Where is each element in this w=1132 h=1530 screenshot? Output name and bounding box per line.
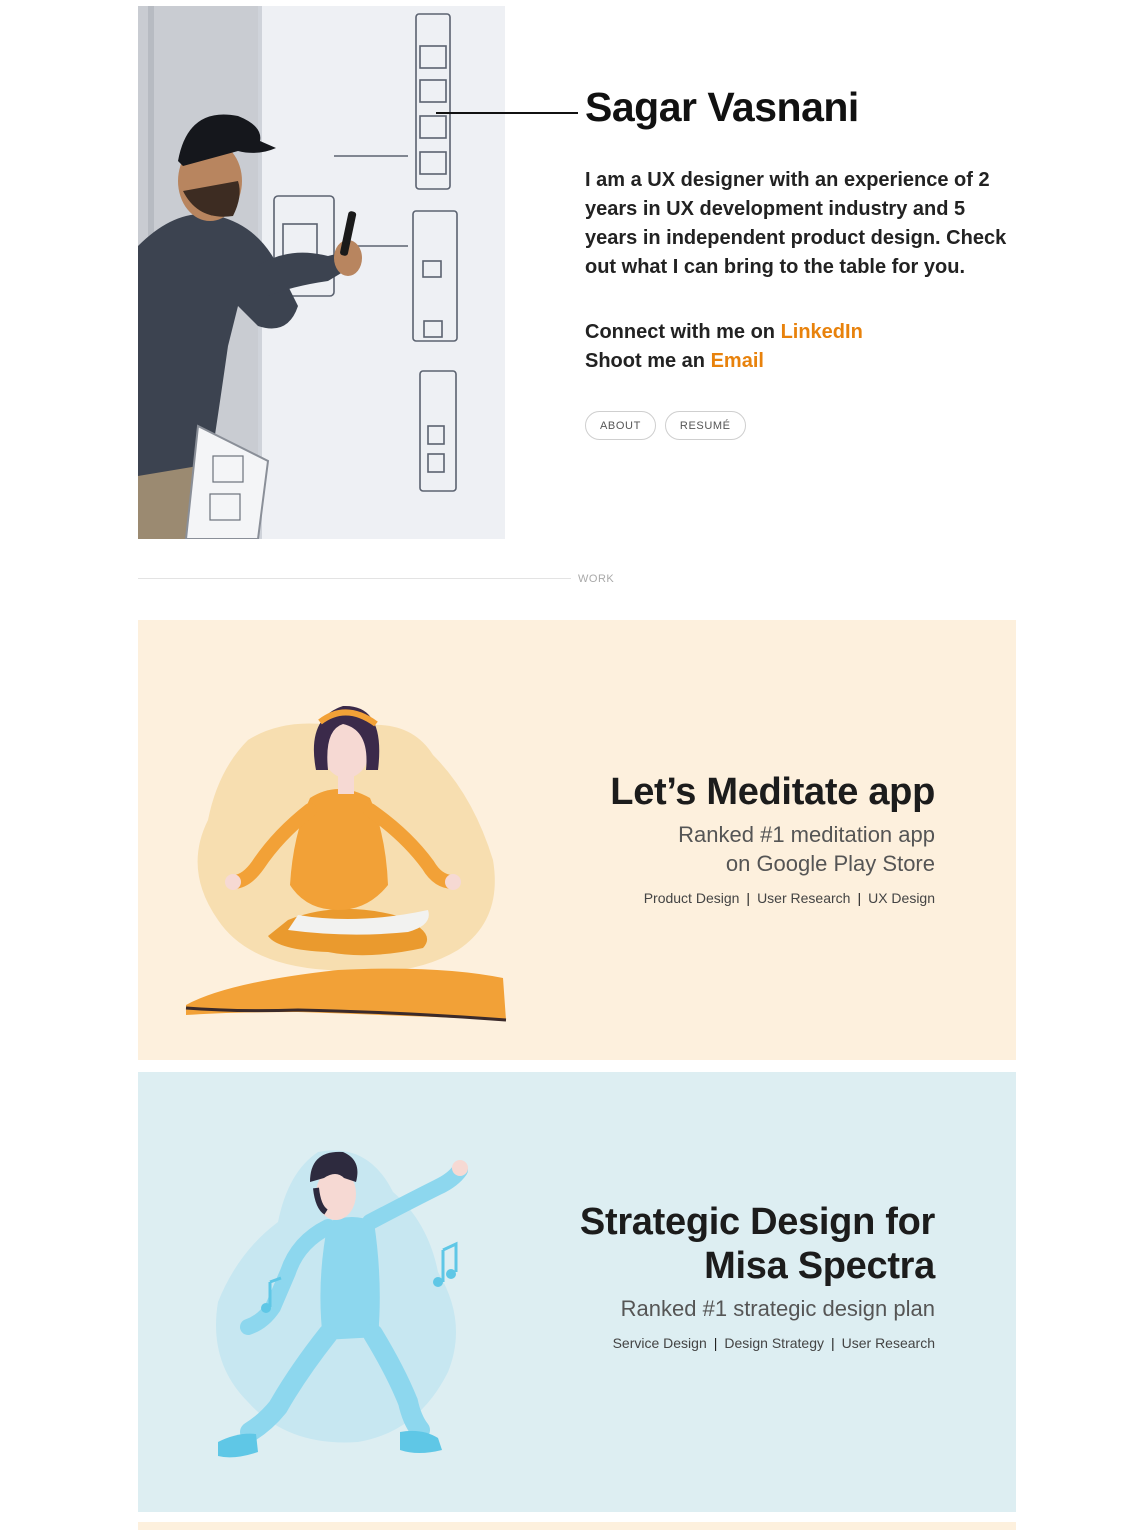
project-text: Strategic Design for Misa Spectra Ranked…: [580, 1200, 935, 1351]
section-label-work: WORK: [578, 573, 615, 585]
project-title-line: Strategic Design for: [579, 1201, 935, 1243]
project-card-next[interactable]: [138, 1522, 1016, 1530]
contact-linkedin-prefix: Connect with me on: [585, 321, 781, 343]
project-tags: Service Design | Design Strategy | User …: [580, 1335, 935, 1351]
tag-user-research: User Research: [841, 1335, 935, 1351]
tag-separator: |: [830, 1335, 835, 1351]
meditation-illustration: [185, 705, 507, 1022]
project-subtitle: Ranked #1 strategic design plan: [620, 1296, 935, 1321]
email-link[interactable]: Email: [711, 350, 764, 372]
leader-line: [436, 112, 578, 114]
contact-block: Connect with me on LinkedIn Shoot me an …: [585, 318, 863, 376]
contact-email-prefix: Shoot me an: [585, 350, 711, 372]
project-card-misa-spectra[interactable]: Strategic Design for Misa Spectra Ranked…: [138, 1072, 1016, 1512]
tag-separator: |: [746, 890, 751, 906]
tag-ux-design: UX Design: [868, 890, 935, 906]
project-text: Let’s Meditate app Ranked #1 meditation …: [610, 770, 935, 906]
contact-line-email: Shoot me an Email: [585, 347, 863, 376]
project-title: Strategic Design for Misa Spectra: [580, 1200, 935, 1288]
music-dancer-illustration: [216, 1150, 468, 1458]
resume-button[interactable]: RESUMÉ: [664, 411, 746, 440]
project-subtitle-line: Ranked #1 meditation app: [678, 822, 935, 847]
linkedin-link[interactable]: LinkedIn: [781, 321, 863, 343]
tag-product-design: Product Design: [643, 890, 740, 906]
project-title: Let’s Meditate app: [610, 771, 935, 813]
hero-buttons: ABOUT RESUMÉ: [585, 411, 746, 440]
project-subtitle: Ranked #1 meditation app on Google Play …: [610, 820, 935, 878]
tag-service-design: Service Design: [612, 1335, 707, 1351]
about-button[interactable]: ABOUT: [585, 411, 656, 440]
project-card-meditate[interactable]: Let’s Meditate app Ranked #1 meditation …: [138, 620, 1016, 1060]
bio-text: I am a UX designer with an experience of…: [585, 169, 1007, 278]
project-subtitle-line: on Google Play Store: [725, 851, 935, 876]
tag-separator: |: [857, 890, 862, 906]
section-divider: [138, 578, 571, 579]
project-title-line: Misa Spectra: [704, 1245, 935, 1287]
contact-line-linkedin: Connect with me on LinkedIn: [585, 318, 863, 347]
tag-separator: |: [713, 1335, 718, 1351]
project-tags: Product Design | User Research | UX Desi…: [610, 890, 935, 906]
tag-design-strategy: Design Strategy: [724, 1335, 824, 1351]
page-title: Sagar Vasnani: [585, 84, 859, 130]
tag-user-research: User Research: [757, 890, 851, 906]
designer-photo: [138, 6, 505, 539]
